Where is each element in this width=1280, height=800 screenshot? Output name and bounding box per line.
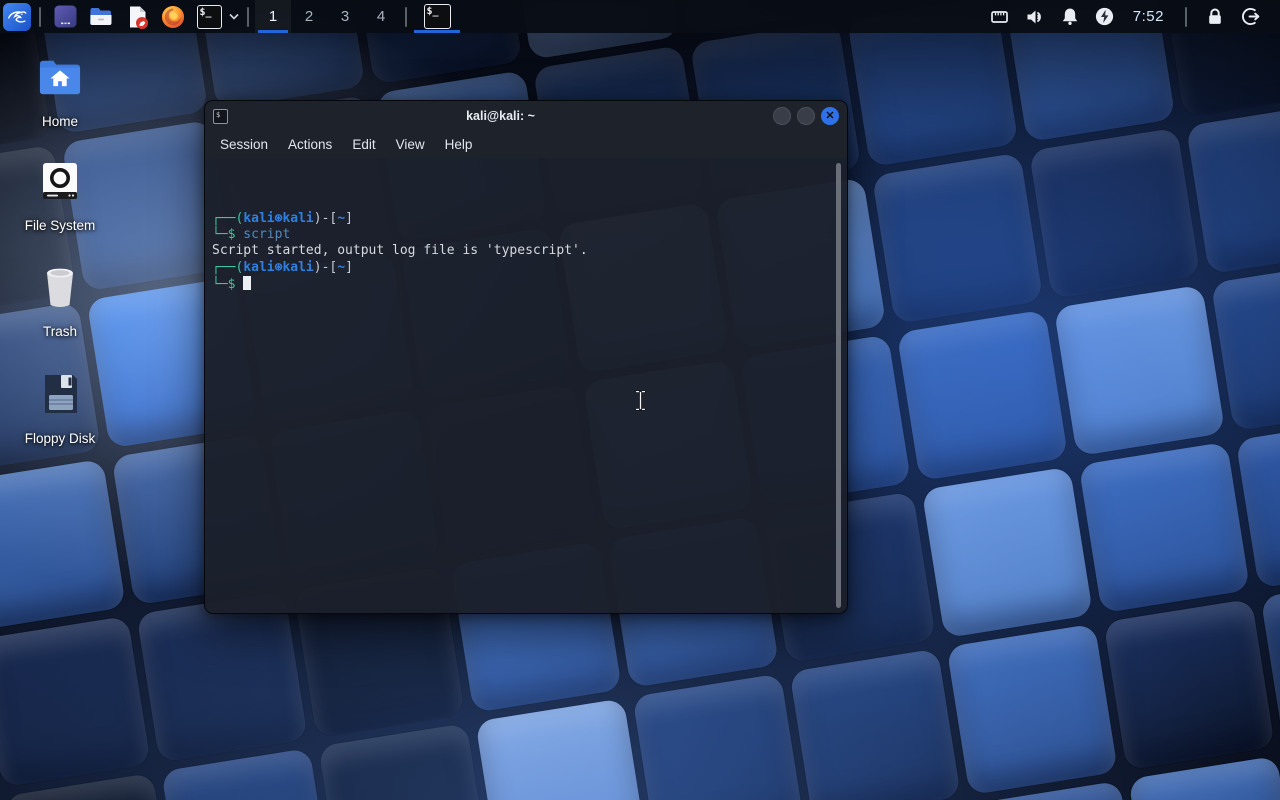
panel-separator bbox=[247, 7, 249, 27]
close-button[interactable]: ✕ bbox=[821, 107, 839, 125]
home-folder-icon bbox=[37, 56, 83, 98]
workspace-label: 1 bbox=[269, 8, 277, 25]
app-window-icon bbox=[53, 4, 78, 29]
clock[interactable]: 7:52 bbox=[1127, 8, 1170, 25]
minimize-button[interactable] bbox=[773, 107, 791, 125]
maximize-button[interactable] bbox=[797, 107, 815, 125]
desktop-icon-label: Trash bbox=[14, 324, 106, 339]
workspace-button-1[interactable]: 1 bbox=[255, 0, 291, 33]
chevron-down-icon bbox=[229, 13, 239, 20]
notifications-icon bbox=[1060, 6, 1080, 27]
volume-tray-button[interactable] bbox=[1022, 4, 1048, 30]
window-title: kali@kali: ~ bbox=[228, 109, 773, 123]
panel-separator bbox=[39, 7, 41, 27]
terminal-icon: $_ bbox=[197, 5, 222, 29]
terminal-window-icon: $_ bbox=[424, 4, 451, 29]
launcher-app-window[interactable] bbox=[50, 0, 80, 33]
workspace-button-2[interactable]: 2 bbox=[291, 0, 327, 33]
drive-icon bbox=[38, 159, 82, 203]
terminal-scrollbar[interactable] bbox=[836, 163, 841, 608]
system-tray: 7:52 bbox=[987, 4, 1280, 30]
workspace-button-3[interactable]: 3 bbox=[327, 0, 363, 33]
launcher-firefox[interactable] bbox=[158, 0, 188, 33]
trash-icon bbox=[38, 263, 82, 311]
desktop-icon-file-system[interactable]: File System bbox=[14, 156, 106, 233]
desktop-icon-home[interactable]: Home bbox=[14, 52, 106, 129]
workspace-label: 3 bbox=[341, 8, 349, 25]
power-manager-icon bbox=[1094, 6, 1115, 27]
desktop-icon-label: File System bbox=[14, 218, 106, 233]
terminal-mini-icon: $ bbox=[213, 109, 228, 124]
workspace-label: 4 bbox=[377, 8, 385, 25]
terminal-window: $ kali@kali: ~ ✕ Session Actions Edit Vi… bbox=[204, 100, 848, 614]
menu-session[interactable]: Session bbox=[211, 134, 277, 155]
menu-actions[interactable]: Actions bbox=[279, 134, 341, 155]
menu-edit[interactable]: Edit bbox=[343, 134, 384, 155]
panel-separator bbox=[405, 7, 407, 27]
lock-screen-button[interactable] bbox=[1202, 4, 1228, 30]
workspace-active-underline bbox=[258, 30, 288, 33]
top-panel: $_ 1 2 3 4 $_ bbox=[0, 0, 1280, 33]
desktop-icon-floppy-disk[interactable]: Floppy Disk bbox=[14, 369, 106, 446]
workspace-button-4[interactable]: 4 bbox=[363, 0, 399, 33]
file-manager-icon bbox=[88, 4, 114, 30]
network-tray-button[interactable] bbox=[987, 4, 1013, 30]
menu-help[interactable]: Help bbox=[436, 134, 482, 155]
desktop-icon-label: Home bbox=[14, 114, 106, 129]
launcher-text-editor[interactable] bbox=[122, 0, 152, 33]
taskbar-active-underline bbox=[414, 30, 460, 33]
desktop-icon-trash[interactable]: Trash bbox=[14, 262, 106, 339]
notifications-tray-button[interactable] bbox=[1057, 4, 1083, 30]
floppy-icon bbox=[39, 371, 81, 417]
window-menubar: Session Actions Edit View Help bbox=[205, 131, 847, 158]
panel-separator bbox=[1185, 7, 1187, 27]
menu-view[interactable]: View bbox=[387, 134, 434, 155]
applications-menu-button[interactable] bbox=[0, 0, 33, 33]
launcher-terminal[interactable]: $_ bbox=[194, 0, 224, 33]
desktop-icon-label: Floppy Disk bbox=[14, 431, 106, 446]
power-manager-tray-button[interactable] bbox=[1092, 4, 1118, 30]
firefox-icon bbox=[160, 4, 186, 30]
logout-icon bbox=[1240, 6, 1261, 27]
text-editor-icon bbox=[125, 4, 150, 30]
terminal-output[interactable]: ┌──(kali⊛kali)-[~]└─$ scriptScript start… bbox=[205, 158, 847, 613]
logout-button[interactable] bbox=[1237, 4, 1263, 30]
lock-screen-icon bbox=[1205, 6, 1225, 27]
terminal-launcher-dropdown[interactable] bbox=[227, 0, 241, 33]
launcher-file-manager[interactable] bbox=[86, 0, 116, 33]
volume-icon bbox=[1024, 6, 1046, 28]
network-icon bbox=[989, 6, 1010, 27]
workspace-label: 2 bbox=[305, 8, 313, 25]
desktop: $_ 1 2 3 4 $_ bbox=[0, 0, 1280, 800]
window-titlebar[interactable]: $ kali@kali: ~ ✕ bbox=[205, 101, 847, 131]
kali-dragon-icon bbox=[3, 3, 31, 31]
taskbar-window-button-terminal[interactable]: $_ bbox=[413, 0, 461, 33]
